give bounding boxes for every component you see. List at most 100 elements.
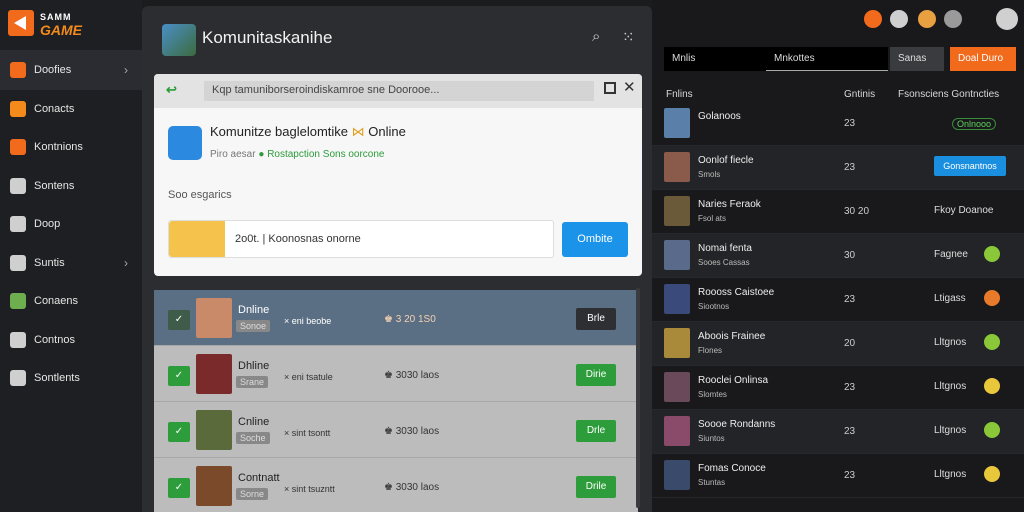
profile-icon[interactable] bbox=[996, 8, 1018, 30]
sidebar-item-7[interactable]: Contnos bbox=[0, 320, 142, 360]
scrollbar[interactable] bbox=[636, 288, 640, 508]
sidebar-item-4[interactable]: Doop bbox=[0, 204, 142, 244]
list-item[interactable]: ✓ Contnatt Sorne × sint tsuzntt ♚ 3030 laos D… bbox=[154, 458, 638, 512]
player-row[interactable]: Nomai fenta Sooes Cassas 30 Fagnee bbox=[652, 234, 1024, 278]
online-badge: Onlnooo bbox=[952, 118, 997, 130]
avatar bbox=[664, 196, 690, 226]
member-action-button[interactable]: Brle bbox=[576, 308, 616, 330]
player-stat: 30 bbox=[844, 250, 856, 261]
list-item[interactable]: ✓ Dnline Sonoe × eni beobe ♚ 3 20 1S0 Brle bbox=[154, 290, 638, 346]
tab-mnlis[interactable]: Mnlis bbox=[664, 47, 766, 71]
player-action[interactable]: Lltgnos bbox=[934, 469, 966, 480]
avatar bbox=[196, 410, 232, 450]
contacts-icon bbox=[10, 100, 26, 117]
back-arrow-icon[interactable]: ↩ bbox=[166, 82, 177, 98]
player-row[interactable]: Naries Feraok Fsol ats 30 20 Fkoy Doanoe bbox=[652, 190, 1024, 234]
sidebar-item-2[interactable]: Kontnions bbox=[0, 127, 142, 167]
app-icon bbox=[168, 126, 202, 160]
player-stat: 30 20 bbox=[844, 206, 870, 217]
sub-link[interactable]: Rostapction Sons oorcone bbox=[267, 149, 384, 160]
player-action[interactable]: Fkoy Doanoe bbox=[934, 205, 993, 216]
player-action-button[interactable]: Gonsnantnos bbox=[934, 156, 1006, 176]
options-icon[interactable]: ⁙ bbox=[622, 28, 635, 46]
dialog-url[interactable]: Kqp tamuniborseroindiskamroe sne Doorooe… bbox=[204, 81, 594, 101]
player-stat: 23 bbox=[844, 470, 856, 481]
dialog-toolbar: ↩ Kqp tamuniborseroindiskamroe sne Dooro… bbox=[154, 74, 642, 108]
avatar-icon[interactable] bbox=[918, 10, 936, 28]
submit-button[interactable]: Ombite bbox=[562, 222, 628, 257]
gear-icon bbox=[10, 370, 26, 386]
list-item[interactable]: ✓ Cnline Soche × sint tsontt ♚ 3030 laos Drle bbox=[154, 402, 638, 458]
player-sub: Smols bbox=[698, 170, 721, 179]
badge-icon bbox=[984, 334, 1000, 350]
player-row[interactable]: Fomas Conoce Stuntas 23 Lltgnos bbox=[652, 454, 1024, 498]
app-subtitle: Piro aesar ● Rostapction Sons oorcone bbox=[210, 149, 384, 160]
member-meta: × sint tsuzntt bbox=[284, 484, 335, 494]
trophy-icon: ♚ bbox=[384, 314, 396, 325]
player-name: Naries Feraok bbox=[698, 199, 761, 210]
player-sub: Siuntos bbox=[698, 434, 725, 443]
tab-doal-duro[interactable]: Doal Duro bbox=[950, 47, 1016, 71]
player-sub: Fsol ats bbox=[698, 214, 727, 223]
checkbox-icon[interactable]: ✓ bbox=[168, 478, 190, 498]
sidebar-item-0[interactable]: Doofies › bbox=[0, 50, 142, 90]
avatar bbox=[664, 372, 690, 402]
message-input[interactable]: 2o0t. | Koonosnas onorne bbox=[168, 220, 554, 258]
bow-icon: ⋈ bbox=[351, 124, 365, 139]
sidebar: SAMM GAME Doofies › Conacts Kontnions Sonten… bbox=[0, 0, 142, 512]
tab-sanas[interactable]: Sanas bbox=[890, 47, 944, 71]
checkbox-icon[interactable]: ✓ bbox=[168, 366, 190, 386]
input-thumbnail bbox=[169, 221, 225, 257]
sidebar-item-label: Sontlents bbox=[34, 372, 80, 384]
player-name: Rooclei Onlinsa bbox=[698, 375, 769, 386]
notification-icon[interactable] bbox=[864, 10, 882, 28]
avatar bbox=[664, 416, 690, 446]
chat-icon[interactable] bbox=[890, 10, 908, 28]
search-icon[interactable]: ⌕ bbox=[592, 28, 600, 45]
player-row[interactable]: Golanoos 23 Onlnooo bbox=[652, 102, 1024, 146]
checkbox-icon[interactable]: ✓ bbox=[168, 310, 190, 330]
page-title: Komunitaskanihe bbox=[202, 28, 333, 47]
sidebar-item-label: Kontnions bbox=[34, 141, 83, 153]
sidebar-item-5[interactable]: Suntis › bbox=[0, 243, 142, 283]
window-icon[interactable] bbox=[604, 82, 616, 94]
member-action-button[interactable]: Dirie bbox=[576, 364, 616, 386]
member-action-button[interactable]: Drile bbox=[576, 476, 616, 498]
player-stat: 23 bbox=[844, 382, 856, 393]
player-action[interactable]: Lltgnos bbox=[934, 381, 966, 392]
checkbox-icon[interactable]: ✓ bbox=[168, 422, 190, 442]
player-action[interactable]: Ltigass bbox=[934, 293, 966, 304]
home-icon bbox=[10, 62, 26, 78]
tab-mnkottes[interactable]: Mnkottes bbox=[766, 47, 888, 71]
member-name: Dnline bbox=[238, 304, 270, 316]
player-name: Oonlof fiecle bbox=[698, 155, 754, 166]
sidebar-item-6[interactable]: Conaens bbox=[0, 281, 142, 321]
app-logo[interactable]: SAMM GAME bbox=[8, 8, 98, 38]
sidebar-item-8[interactable]: Sontlents bbox=[0, 358, 142, 398]
verified-icon: ● bbox=[258, 149, 265, 160]
avatar bbox=[664, 284, 690, 314]
player-row[interactable]: Rooclei Onlinsa Slomtes 23 Lltgnos bbox=[652, 366, 1024, 410]
member-meta: × eni tsatule bbox=[284, 372, 333, 382]
member-action-button[interactable]: Drle bbox=[576, 420, 616, 442]
logo-text-bottom: GAME bbox=[40, 22, 82, 38]
settings-icon[interactable] bbox=[944, 10, 962, 28]
member-tag: Soche bbox=[236, 432, 270, 444]
sidebar-item-1[interactable]: Conacts bbox=[0, 89, 142, 129]
input-value: 2o0t. | Koonosnas onorne bbox=[235, 233, 361, 245]
sidebar-item-3[interactable]: Sontens bbox=[0, 166, 142, 206]
avatar bbox=[664, 328, 690, 358]
list-item[interactable]: ✓ Dhline Srane × eni tsatule ♚ 3030 laos Diri… bbox=[154, 346, 638, 402]
player-row[interactable]: Soooe Rondanns Siuntos 23 Lltgnos bbox=[652, 410, 1024, 454]
player-action[interactable]: Fagnee bbox=[934, 249, 968, 260]
close-icon[interactable]: ✕ bbox=[623, 78, 636, 96]
player-row[interactable]: Oonlof fiecle Smols 23 Gonsnantnos bbox=[652, 146, 1024, 190]
member-meta: × sint tsontt bbox=[284, 428, 331, 438]
sidebar-item-label: Conaens bbox=[34, 295, 79, 307]
community-icon bbox=[10, 139, 26, 155]
player-row[interactable]: Roooss Caistoee Siootnos 23 Ltigass bbox=[652, 278, 1024, 322]
member-list: ✓ Dnline Sonoe × eni beobe ♚ 3 20 1S0 Brle ✓ Dh… bbox=[154, 290, 638, 512]
player-action[interactable]: Lltgnos bbox=[934, 425, 966, 436]
player-row[interactable]: Aboois Frainee Flones 20 Lltgnos bbox=[652, 322, 1024, 366]
player-action[interactable]: Lltgnos bbox=[934, 337, 966, 348]
